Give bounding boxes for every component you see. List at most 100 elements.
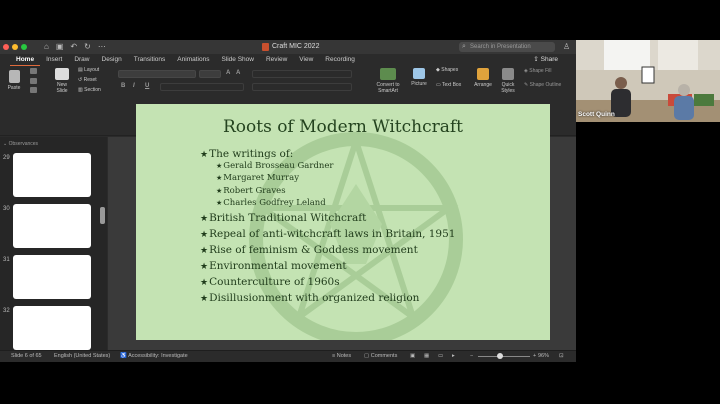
title-bar: ⌂ ▣ ↶ ↻ ⋯ Craft MIC 2022 ⌕ Search in Pre…	[0, 40, 576, 54]
thumbnail-image	[13, 204, 91, 248]
video-participant-tile[interactable]: Scott Quinn	[576, 40, 720, 122]
decrease-font-icon[interactable]: A	[236, 70, 240, 76]
new-slide-button[interactable]: New Slide	[52, 68, 72, 94]
text-format-controls[interactable]	[160, 83, 244, 91]
tab-recording[interactable]: Recording	[319, 54, 361, 66]
bullet-text: Margaret Murray	[223, 173, 300, 183]
bullet-text: Gerald Brosseau Gardner	[223, 160, 334, 171]
accessibility-button[interactable]: ♿ Accessibility: Investigate	[120, 351, 188, 362]
redo-icon[interactable]: ↻	[84, 42, 91, 52]
undo-icon[interactable]: ↶	[70, 42, 77, 52]
share-icon: ⇪	[533, 56, 541, 63]
profile-icon[interactable]: ♙	[563, 42, 570, 51]
reading-view-icon[interactable]: ▭	[438, 351, 443, 362]
star-bullet-icon: ★	[200, 230, 209, 240]
fit-to-window-icon[interactable]: ⊡	[559, 351, 564, 362]
copy-icon[interactable]	[30, 78, 37, 84]
thumbnail-image	[13, 153, 91, 197]
tab-view[interactable]: View	[293, 54, 319, 66]
zoom-slider[interactable]	[478, 356, 530, 357]
bold-button[interactable]: B	[121, 83, 125, 89]
paragraph-align-controls[interactable]	[252, 83, 352, 91]
zoom-out-icon[interactable]: −	[470, 351, 473, 362]
zoom-slider-knob[interactable]	[497, 353, 503, 359]
share-button[interactable]: ⇪ Share	[533, 55, 558, 63]
home-icon[interactable]: ⌂	[44, 42, 49, 52]
tab-transitions[interactable]: Transitions	[128, 54, 172, 66]
slide-thumbnail[interactable]: 32	[0, 306, 107, 350]
tab-home[interactable]: Home	[10, 54, 41, 66]
normal-view-icon[interactable]: ▣	[410, 351, 415, 362]
bullet-item: ★British Traditional Witchcraft	[200, 212, 366, 224]
participant-name: Scott Quinn	[578, 111, 615, 118]
tab-review[interactable]: Review	[260, 54, 293, 66]
thumbnail-image	[13, 306, 91, 350]
tab-draw[interactable]: Draw	[68, 54, 95, 66]
tab-animations[interactable]: Animations	[171, 54, 215, 66]
close-window-button[interactable]	[3, 44, 9, 50]
shape-fill-button[interactable]: ◈ Shape Fill	[524, 68, 551, 74]
bullet-text: Counterculture of 1960s	[209, 276, 340, 288]
comments-button[interactable]: ▢ Comments	[364, 351, 397, 362]
tab-insert[interactable]: Insert	[40, 54, 68, 66]
cut-icon[interactable]	[30, 68, 37, 74]
picture-button[interactable]: Picture	[408, 68, 430, 87]
star-bullet-icon: ★	[200, 150, 209, 160]
zoom-in-icon[interactable]: +	[533, 351, 536, 362]
paste-button[interactable]: Paste	[4, 70, 24, 91]
shapes-button[interactable]: ◆ Shapes	[436, 67, 458, 73]
paragraph-list-controls[interactable]	[252, 70, 352, 78]
star-bullet-icon: ★	[216, 161, 223, 170]
reset-button[interactable]: ↺ Reset	[78, 77, 97, 83]
tab-design[interactable]: Design	[96, 54, 128, 66]
star-bullet-icon: ★	[216, 186, 223, 195]
slide-counter: Slide 6 of 65	[11, 353, 42, 359]
text-box-button[interactable]: ▭ Text Box	[436, 82, 461, 88]
layout-button[interactable]: ▤ Layout	[78, 67, 99, 73]
slide-title: Roots of Modern Witchcraft	[222, 117, 464, 137]
slideshow-icon[interactable]: ▸	[452, 351, 455, 362]
slide-sorter-icon[interactable]: ▦	[424, 351, 429, 362]
star-bullet-icon: ★	[216, 199, 223, 207]
current-slide[interactable]: Roots of Modern Witchcraft ★The writings…	[136, 104, 550, 340]
slide-thumbnail[interactable]: 30	[0, 204, 107, 250]
search-icon: ⌕	[462, 43, 466, 50]
slide-thumbnail[interactable]: 29	[0, 153, 107, 199]
new-slide-icon	[55, 68, 69, 80]
zoom-window-button[interactable]	[21, 44, 27, 50]
minimize-window-button[interactable]	[12, 44, 18, 50]
font-name-select[interactable]	[118, 70, 196, 78]
picture-icon	[413, 68, 425, 79]
bullet-text: Rise of feminism & Goddess movement	[209, 244, 418, 256]
bullet-item: ★Counterculture of 1960s	[200, 276, 340, 288]
arrange-button[interactable]: Arrange	[472, 68, 494, 88]
font-size-select[interactable]	[199, 70, 221, 78]
slide-thumbnail-pane: ⌄ Observances 29 30 31 32 33	[0, 137, 107, 350]
tab-slide-show[interactable]: Slide Show	[215, 54, 260, 66]
arrange-icon	[477, 68, 489, 80]
bullet-text: Robert Graves	[223, 185, 286, 196]
bullet-text: Disillusionment with organized religion	[209, 292, 420, 304]
save-icon[interactable]: ▣	[56, 42, 64, 52]
thumbnail-image	[13, 255, 91, 299]
italic-button[interactable]: I	[133, 83, 135, 89]
sub-bullet-item: ★Charles Godfrey Leland	[216, 198, 326, 208]
slide-thumbnail[interactable]: 31	[0, 255, 107, 301]
format-painter-icon[interactable]	[30, 87, 37, 93]
shape-outline-button[interactable]: ✎ Shape Outline	[524, 82, 561, 88]
increase-font-icon[interactable]: A	[226, 70, 230, 76]
smartart-icon	[380, 68, 396, 80]
section-label[interactable]: ⌄ Observances	[3, 141, 38, 147]
language-indicator[interactable]: English (United States)	[54, 351, 110, 362]
window-controls	[3, 44, 27, 50]
search-input[interactable]: ⌕ Search in Presentation	[459, 42, 555, 52]
more-icon[interactable]: ⋯	[98, 42, 106, 52]
star-bullet-icon: ★	[200, 262, 209, 272]
notes-button[interactable]: ≡ Notes	[332, 351, 351, 362]
zoom-level[interactable]: 96%	[538, 351, 549, 362]
convert-smartart-button[interactable]: Convert to SmartArt	[370, 68, 406, 94]
quick-styles-button[interactable]: Quick Styles	[498, 68, 518, 94]
pane-resize-handle[interactable]	[100, 207, 105, 224]
underline-button[interactable]: U	[145, 83, 149, 89]
section-button[interactable]: ▥ Section	[78, 87, 101, 93]
